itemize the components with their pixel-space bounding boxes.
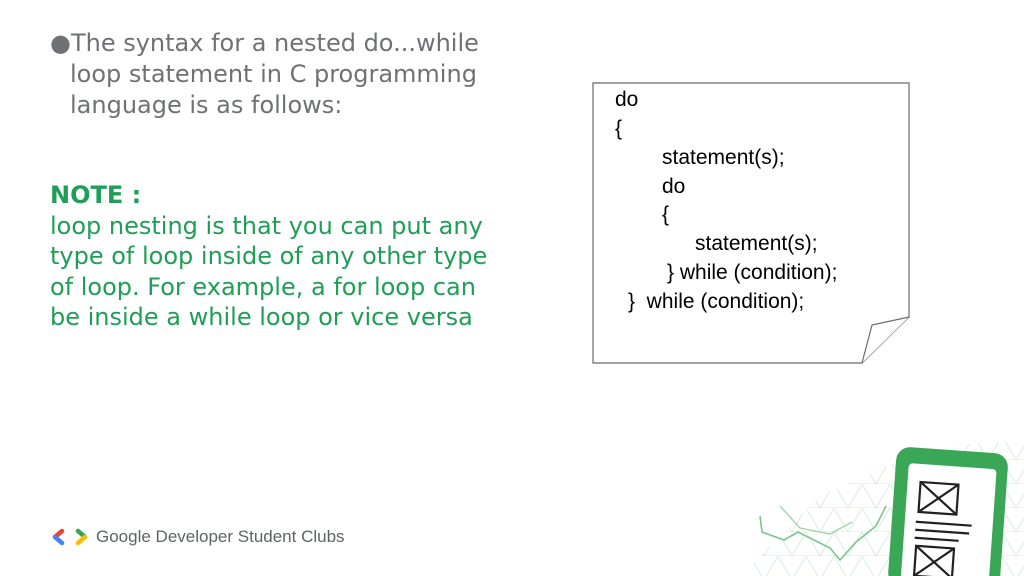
code-line-6: statement(s); xyxy=(695,232,818,255)
footer-brand-text: Google Developer Student Clubs xyxy=(96,527,345,546)
note-line-2: type of loop inside of any other type xyxy=(50,242,488,270)
bullet-line-3: language is as follows: xyxy=(70,91,343,119)
phone-with-mail-icons-illustration-icon xyxy=(740,440,1024,576)
note-title: NOTE : xyxy=(50,181,142,209)
bullet-dot-icon: ● xyxy=(50,29,71,57)
code-paper-card: do { statement(s); do { statement(s); } … xyxy=(592,82,910,364)
code-line-5: { xyxy=(662,203,670,226)
code-line-1: do xyxy=(615,88,639,111)
bullet-line-1: ●The syntax for a nested do...while xyxy=(50,28,530,59)
folded-paper-shape xyxy=(592,82,910,364)
code-line-4: do xyxy=(662,175,686,198)
note-line-1: loop nesting is that you can put any xyxy=(50,211,483,240)
bullet-text-1: The syntax for a nested do...while xyxy=(70,29,479,57)
footer-branding: Google Developer Student Clubs xyxy=(52,525,345,549)
code-line-2: { xyxy=(615,117,623,140)
bullet-paragraph: ●The syntax for a nested do...while loop… xyxy=(50,28,530,121)
note-line-3: of loop. For example, a for loop can xyxy=(50,272,476,301)
bullet-line-2: loop statement in C programming xyxy=(70,60,477,88)
gdsc-brackets-logo-icon xyxy=(52,528,88,546)
note-line-4: be inside a while loop or vice versa xyxy=(50,303,473,331)
note-section: NOTE : loop nesting is that you can put … xyxy=(50,180,540,333)
code-line-7: } while (condition); xyxy=(667,261,838,284)
code-line-3: statement(s); xyxy=(662,146,785,169)
code-line-8: } while (condition); xyxy=(628,290,805,313)
